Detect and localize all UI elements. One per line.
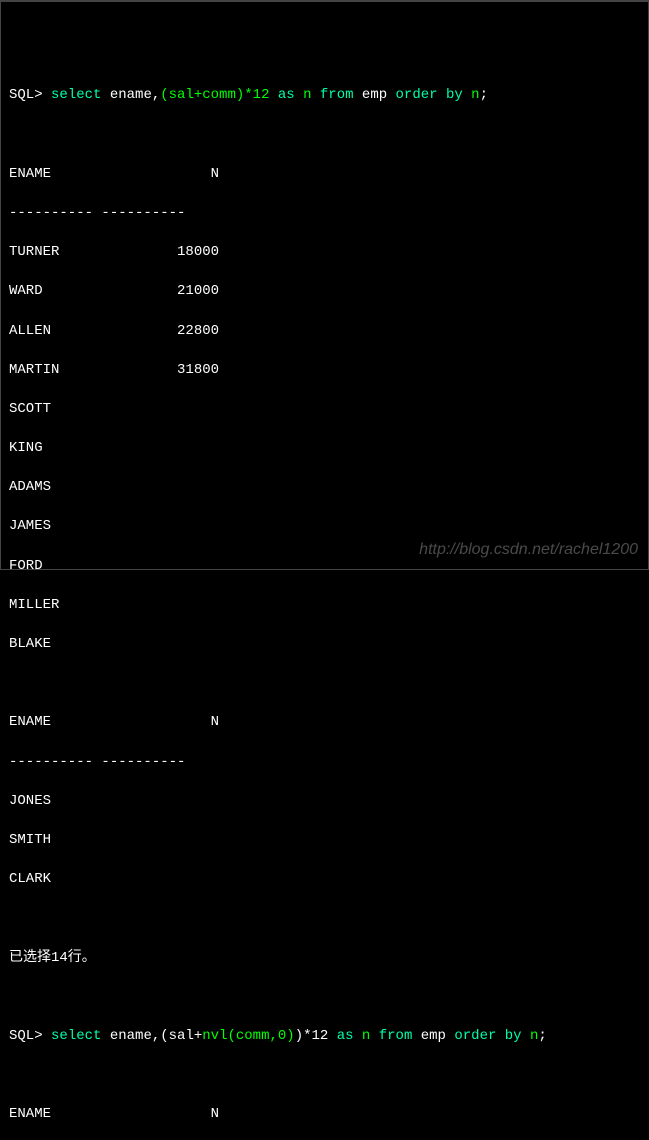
table-row: CLARK [9,870,640,890]
table-row: TURNER 18000 [9,243,640,263]
table-row: SCOTT [9,400,640,420]
expr-salcomm: (sal+comm)*12 [160,87,269,103]
alias-n: n [362,1028,370,1044]
table-emp: emp [354,87,396,103]
cols-prefix: ename, [101,1028,160,1044]
blank-line [9,909,640,929]
kw-select: select [51,87,101,103]
kw-select: select [51,1028,101,1044]
kw-order: order [396,87,438,103]
kw-order: order [454,1028,496,1044]
rows-selected-summary: 已选择14行。 [9,949,640,969]
expr-open: (sal+ [160,1028,202,1044]
blank-line [9,1066,640,1086]
result-header-3: ENAME N [9,1105,640,1125]
table-row: MARTIN 31800 [9,361,640,381]
kw-as: as [337,1028,354,1044]
kw-by: by [446,87,463,103]
order-col: n [530,1028,538,1044]
table-row: FORD [9,557,640,577]
table-row: ADAMS [9,478,640,498]
kw-from: from [379,1028,413,1044]
table-row: JAMES [9,517,640,537]
table-emp: emp [412,1028,454,1044]
kw-as: as [278,87,295,103]
table-row: ALLEN 22800 [9,322,640,342]
table-row: SMITH [9,831,640,851]
cols-prefix: ename, [101,87,160,103]
table-row: BLAKE [9,635,640,655]
blank-line [9,988,640,1008]
result-sep-2: ---------- ---------- [9,753,640,773]
blank-line [9,674,640,694]
table-row: KING [9,439,640,459]
expr-nvl: nvl(comm,0) [202,1028,294,1044]
kw-by: by [505,1028,522,1044]
sql-prompt-line-2[interactable]: SQL> select ename,(sal+nvl(comm,0))*12 a… [9,1027,640,1047]
result-header-1: ENAME N [9,165,640,185]
table-row: WARD 21000 [9,282,640,302]
expr-close: )*12 [295,1028,329,1044]
blank-line [9,126,640,146]
result-sep-1: ---------- ---------- [9,204,640,224]
table-row: JONES [9,792,640,812]
kw-from: from [320,87,354,103]
result-header-2: ENAME N [9,713,640,733]
semicolon: ; [480,87,488,103]
sql-prompt-line-1[interactable]: SQL> select ename,(sal+comm)*12 as n fro… [9,86,640,106]
sql-prompt: SQL> [9,87,43,103]
table-row: MILLER [9,596,640,616]
semicolon: ; [538,1028,546,1044]
order-col: n [471,87,479,103]
sql-prompt: SQL> [9,1028,43,1044]
alias-n: n [303,87,311,103]
